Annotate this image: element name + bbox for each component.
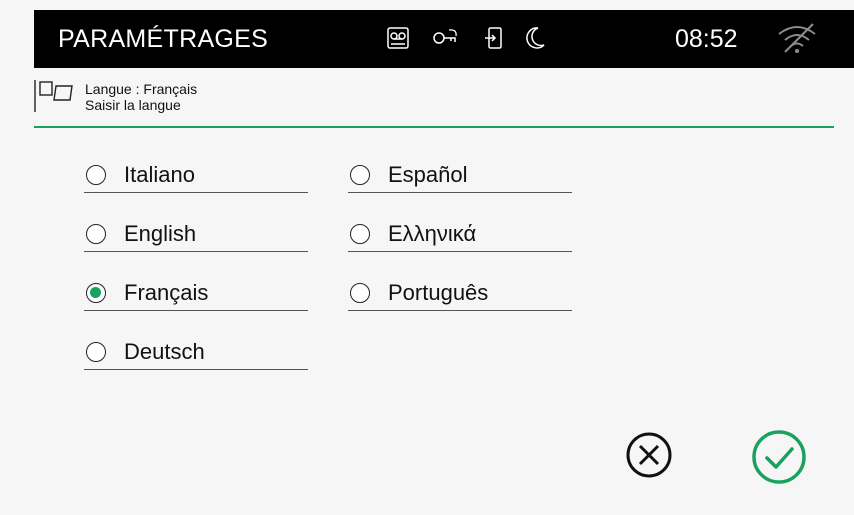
radio-button[interactable] xyxy=(86,342,106,362)
key-icon xyxy=(431,25,461,51)
page-title: PARAMÉTRAGES xyxy=(58,25,269,53)
radio-button[interactable] xyxy=(350,224,370,244)
header-divider xyxy=(34,126,834,128)
clock-time: 08:52 xyxy=(675,25,738,53)
confirm-button[interactable] xyxy=(750,428,808,486)
language-option-italiano[interactable]: Italiano xyxy=(84,152,308,193)
language-label: English xyxy=(124,221,197,246)
cancel-circle-icon xyxy=(624,430,674,480)
language-label: Português xyxy=(388,280,489,305)
cancel-button[interactable] xyxy=(624,430,674,480)
radio-button[interactable] xyxy=(350,165,370,185)
wifi-off-icon xyxy=(775,22,819,54)
language-header: Langue : Français Saisir la langue xyxy=(34,68,834,128)
language-label: Français xyxy=(124,280,209,305)
language-option-espanol[interactable]: Español xyxy=(348,152,572,193)
confirm-check-icon xyxy=(750,428,808,486)
language-option-francais[interactable]: Français xyxy=(84,270,308,311)
top-status-bar: PARAMÉTRAGES 08:52 xyxy=(34,10,854,68)
language-option-portugues[interactable]: Português xyxy=(348,270,572,311)
flag-icon xyxy=(34,80,76,117)
header-text: Langue : Français Saisir la langue xyxy=(85,81,197,113)
language-label: Italiano xyxy=(124,162,195,187)
language-option-greek[interactable]: Ελληνικά xyxy=(348,211,572,252)
settings-screen: PARAMÉTRAGES 08:52 Langue: Français Sai… xyxy=(0,0,854,515)
door-entry-icon xyxy=(483,25,505,51)
voicemail-icon xyxy=(386,25,410,51)
current-language-label: Langue : Français xyxy=(85,81,198,97)
language-option-english[interactable]: English xyxy=(84,211,308,252)
language-label: Español xyxy=(388,162,468,187)
radio-button[interactable] xyxy=(86,224,106,244)
language-label: Deutsch xyxy=(124,339,205,364)
radio-button[interactable] xyxy=(350,283,370,303)
instruction-label: Saisir la langue xyxy=(85,97,181,113)
moon-icon xyxy=(524,25,546,51)
radio-button-selected[interactable] xyxy=(86,283,106,303)
language-option-deutsch[interactable]: Deutsch xyxy=(84,329,308,370)
language-label: Ελληνικά xyxy=(388,221,477,246)
radio-button[interactable] xyxy=(86,165,106,185)
